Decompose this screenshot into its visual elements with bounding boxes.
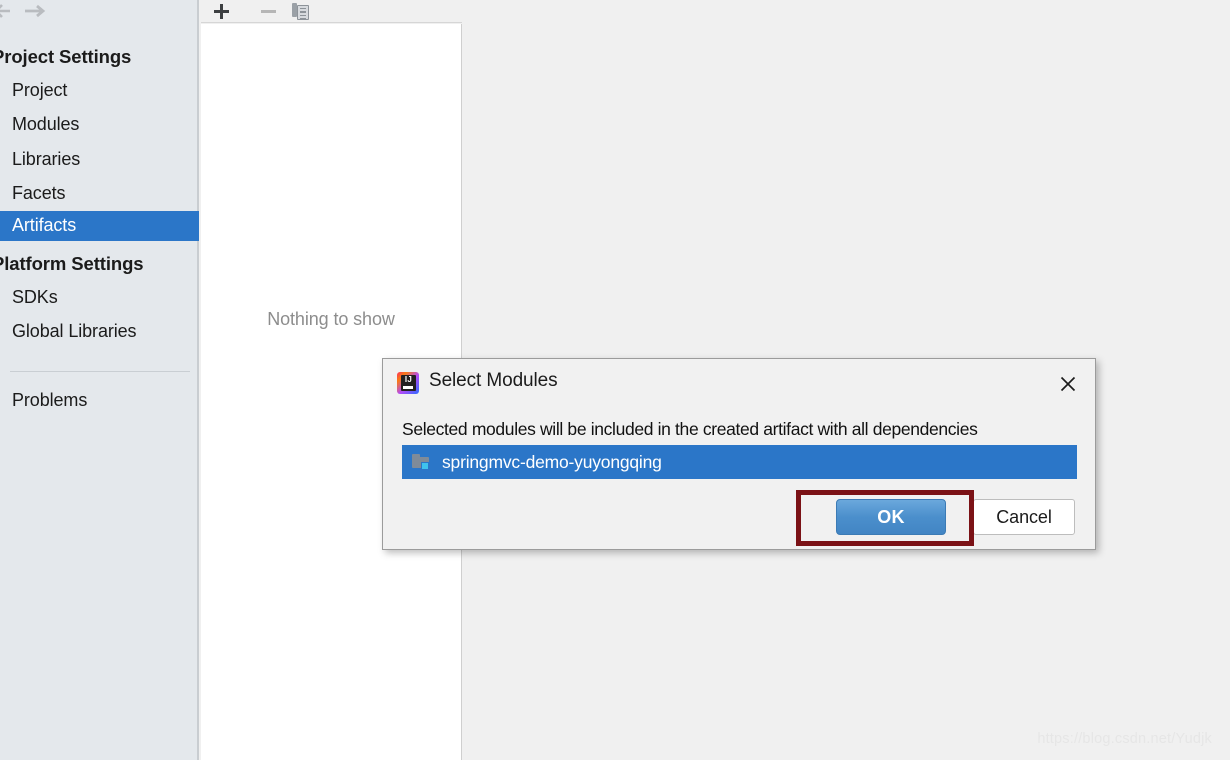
- close-icon[interactable]: [1055, 371, 1081, 397]
- sidebar-group-title-platform-settings: Platform Settings: [0, 253, 144, 274]
- empty-state-message: Nothing to show: [267, 309, 395, 329]
- remove-artifact-button[interactable]: [253, 0, 283, 22]
- cancel-button[interactable]: Cancel: [973, 499, 1075, 535]
- copy-icon: [291, 2, 309, 20]
- sidebar-group-title-project-settings: Project Settings: [0, 46, 132, 67]
- sidebar-item-artifacts[interactable]: Artifacts: [0, 211, 199, 241]
- module-name-label: springmvc-demo-yuyongqing: [442, 451, 662, 472]
- sidebar-item-problems[interactable]: Problems: [12, 390, 87, 411]
- intellij-icon-label: IJ: [404, 375, 413, 384]
- dialog-title: Select Modules: [429, 370, 558, 391]
- project-structure-sidebar: Project Settings Project Modules Librari…: [0, 0, 199, 760]
- sidebar-item-libraries[interactable]: Libraries: [12, 149, 80, 170]
- watermark-text: https://blog.csdn.net/Yudjk: [1037, 731, 1212, 747]
- sidebar-item-project[interactable]: Project: [12, 80, 67, 101]
- sidebar-item-modules[interactable]: Modules: [12, 114, 79, 135]
- modules-list[interactable]: springmvc-demo-yuyongqing: [402, 445, 1077, 479]
- ok-button[interactable]: OK: [836, 499, 946, 535]
- copy-artifact-button[interactable]: [285, 0, 315, 22]
- plus-icon: [213, 3, 229, 19]
- sidebar-item-facets[interactable]: Facets: [12, 183, 66, 204]
- arrow-left-icon[interactable]: [0, 2, 12, 20]
- select-modules-dialog: IJ Select Modules Selected modules will …: [382, 358, 1096, 550]
- sidebar-divider: [10, 371, 190, 372]
- artifacts-toolbar: [201, 0, 462, 23]
- add-artifact-button[interactable]: [206, 0, 236, 22]
- intellij-idea-icon: IJ: [397, 372, 419, 394]
- minus-icon: [260, 9, 276, 13]
- sidebar-item-sdks[interactable]: SDKs: [12, 287, 58, 308]
- app-window: Project Settings Project Modules Librari…: [0, 0, 1230, 760]
- list-item[interactable]: springmvc-demo-yuyongqing: [402, 445, 1077, 479]
- module-folder-icon: [412, 453, 432, 471]
- dialog-titlebar: IJ Select Modules: [383, 359, 1095, 407]
- dialog-description: Selected modules will be included in the…: [402, 419, 978, 439]
- sidebar-item-global-libraries[interactable]: Global Libraries: [12, 321, 137, 342]
- arrow-right-icon[interactable]: [22, 2, 50, 20]
- sidebar-nav-arrows: [0, 0, 199, 22]
